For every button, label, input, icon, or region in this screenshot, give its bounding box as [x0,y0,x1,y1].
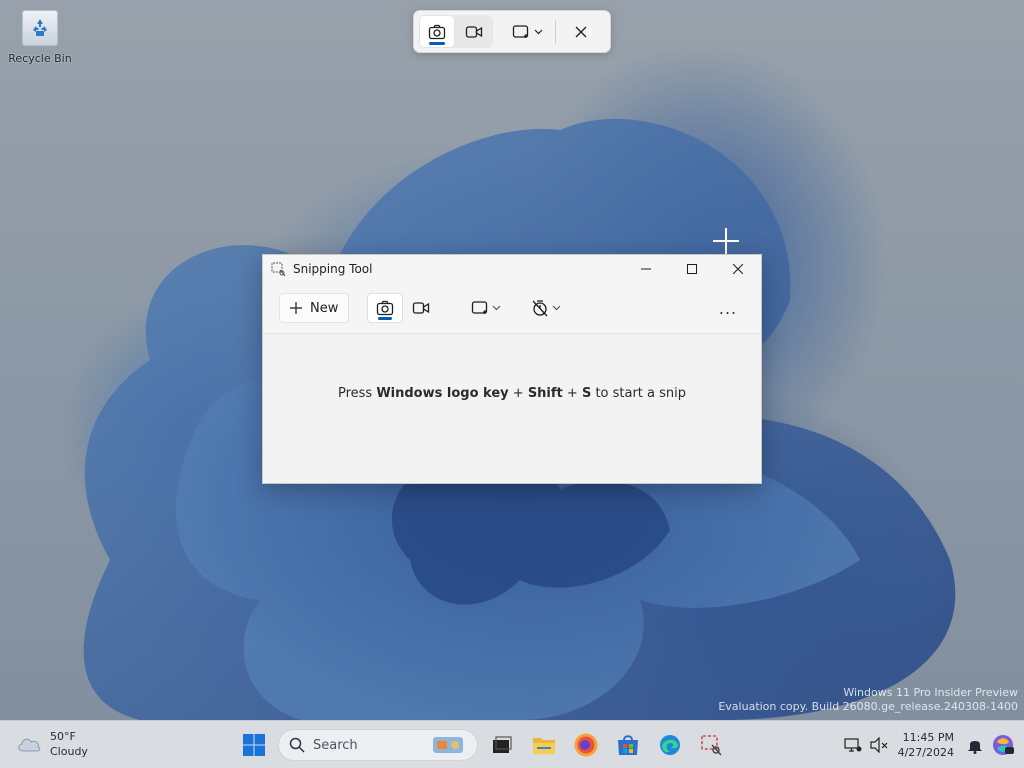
taskbar: 50°F Cloudy Search 11:45 PM 4/27/2024 [0,720,1024,768]
snip-canvas-area: Press Windows logo key + Shift + S to st… [263,333,761,483]
search-highlight-icon [433,737,463,753]
more-options-icon: ... [718,298,738,318]
volume-muted-icon [869,737,888,753]
clock-date: 4/27/2024 [897,746,954,759]
recycle-bin-icon [22,10,58,46]
snip-mode-button[interactable] [367,293,404,323]
record-mode-button[interactable] [403,293,439,323]
watermark-line-1: Windows 11 Pro Insider Preview [843,686,1018,699]
maximize-icon [687,264,697,274]
start-snip-hint: Press Windows logo key + Shift + S to st… [338,386,686,401]
store-icon [618,735,638,755]
bell-icon [968,741,982,754]
clock[interactable]: 11:45 PM 4/27/2024 [898,730,954,760]
window-controls [623,255,761,283]
weather-temp: 50°F [50,730,76,743]
copilot-icon [993,735,1014,755]
crosshair-cursor [713,228,739,254]
recycle-bin-label: Recycle Bin [8,52,72,65]
recycle-bin-shortcut[interactable]: Recycle Bin [8,10,72,65]
firefox-button[interactable] [568,727,604,763]
new-snip-label: New [310,300,339,316]
active-mode-indicator [378,317,393,320]
snip-delay-dropdown[interactable] [525,293,567,323]
watermark-line-2: Evaluation copy. Build 26080.ge_release.… [718,700,1018,713]
snip-mode-button[interactable] [419,15,455,48]
close-snip-toolbar-button[interactable] [564,15,598,48]
chevron-down-icon [534,29,542,34]
start-button[interactable] [236,727,272,763]
search-placeholder: Search [313,737,358,753]
taskbar-search[interactable]: Search [278,729,478,761]
taskbar-center: Search [236,727,730,763]
snip-shape-dropdown[interactable] [465,293,507,323]
file-explorer-icon [533,738,555,754]
copilot-button[interactable] [988,727,1018,763]
system-tray: 11:45 PM 4/27/2024 [840,721,1024,768]
snip-capture-toolbar [413,10,611,53]
record-mode-button[interactable] [455,15,493,48]
clock-time: 11:45 PM [902,731,954,744]
firefox-icon [574,733,598,757]
hint-key-windows: Windows logo key [376,386,509,401]
hint-suffix: to start a snip [591,386,687,401]
plus-icon [290,302,302,314]
search-icon [289,737,305,753]
evaluation-watermark: Windows 11 Pro Insider Preview Evaluatio… [718,686,1018,714]
video-camera-icon [413,302,430,314]
network-icon [843,738,862,752]
active-mode-indicator [429,42,445,45]
capture-mode-group [419,15,493,48]
camera-icon [428,24,446,39]
network-button[interactable] [840,727,866,763]
close-icon [733,264,743,274]
snipping-tool-app-icon [271,262,286,277]
snipping-tool-window: Snipping Tool New ... Press Windows logo… [262,254,762,484]
edge-icon [660,735,680,755]
weather-text: 50°F Cloudy [50,729,88,759]
close-icon [575,26,587,37]
chevron-down-icon [492,305,501,311]
microsoft-store-button[interactable] [610,727,646,763]
no-delay-timer-icon [532,300,548,317]
command-bar: New ... [263,283,761,333]
camera-icon [377,300,394,316]
rectangle-snip-icon [512,24,528,38]
weather-widget[interactable]: 50°F Cloudy [16,729,88,759]
video-camera-icon [465,25,483,38]
chevron-down-icon [552,305,561,311]
cloud-icon [18,738,41,752]
maximize-button[interactable] [669,255,715,283]
hint-key-s: S [581,386,592,401]
notifications-button[interactable] [962,727,988,763]
snip-shape-dropdown[interactable] [507,15,547,48]
volume-button[interactable] [866,727,892,763]
hint-plus: + [562,386,582,401]
new-snip-button[interactable]: New [279,293,350,323]
weather-desc: Cloudy [50,745,88,758]
window-title: Snipping Tool [293,262,373,276]
task-view-icon [493,736,512,753]
task-view-button[interactable] [484,727,520,763]
start-icon [243,734,265,756]
file-explorer-button[interactable] [526,727,562,763]
hint-key-shift: Shift [527,386,563,401]
edge-button[interactable] [652,727,688,763]
title-bar[interactable]: Snipping Tool [263,255,761,283]
hint-plus: + [508,386,528,401]
snipping-tool-icon [701,735,722,756]
more-options-button[interactable]: ... [711,293,745,323]
minimize-button[interactable] [623,255,669,283]
toolbar-divider [555,19,556,44]
snipping-tool-taskbar-button[interactable] [694,727,730,763]
close-window-button[interactable] [715,255,761,283]
minimize-icon [641,268,651,270]
hint-prefix: Press [337,386,377,401]
rectangle-snip-icon [472,301,488,314]
